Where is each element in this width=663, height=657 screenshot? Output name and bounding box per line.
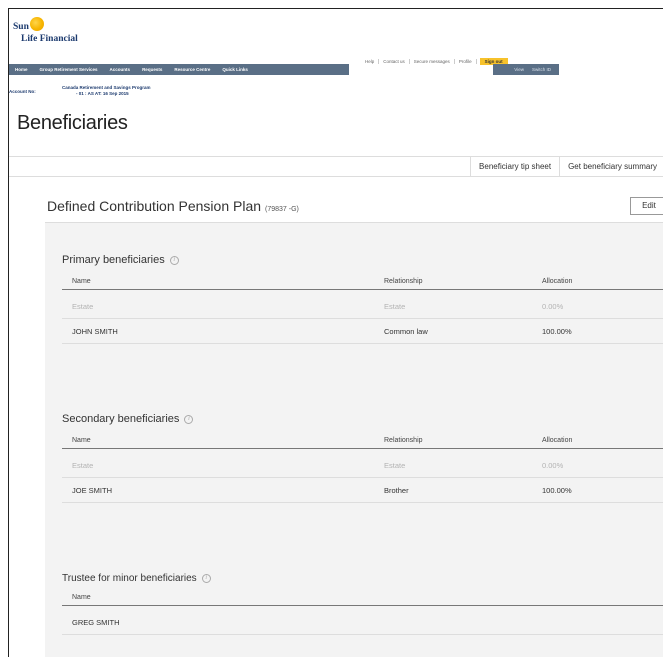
nav-accounts[interactable]: Accounts	[104, 67, 137, 72]
table-row: JOE SMITH Brother 100.00%	[62, 479, 663, 503]
secure-messages-link[interactable]: Secure messages	[410, 59, 455, 64]
browser-frame: Sun Life Financial Help Contact us Secur…	[8, 8, 663, 657]
table-header: Name Relationship Allocation	[62, 433, 663, 449]
plan-id: (79837 -G)	[265, 206, 299, 213]
beneficiary-allocation: 0.00%	[542, 302, 564, 311]
nav-resource-centre[interactable]: Resource Centre	[168, 67, 216, 72]
view-link[interactable]: View	[510, 67, 528, 72]
section-title: Primary beneficiaries i	[62, 254, 663, 266]
nav-quick-links[interactable]: Quick Links	[216, 67, 254, 72]
column-header-name: Name	[72, 437, 91, 444]
table-row: Estate Estate 0.00%	[62, 295, 663, 319]
primary-beneficiaries-section: Primary beneficiaries i Name Relationshi…	[62, 254, 663, 344]
divider	[9, 176, 663, 177]
logo-line-1: Sun	[13, 22, 29, 32]
beneficiary-name: Estate	[72, 461, 94, 470]
table-row: JOHN SMITH Common law 100.00%	[62, 320, 663, 344]
nav-group-retirement-services[interactable]: Group Retirement Services	[34, 67, 104, 72]
info-icon[interactable]: i	[201, 574, 211, 583]
tab-get-beneficiary-summary[interactable]: Get beneficiary summary	[559, 157, 663, 176]
tab-beneficiary-tip-sheet[interactable]: Beneficiary tip sheet	[470, 157, 559, 176]
beneficiary-relationship: Estate	[384, 461, 406, 470]
trustee-title: Trustee for minor beneficiaries	[62, 573, 197, 584]
section-title: Trustee for minor beneficiaries i	[62, 573, 663, 584]
utility-links: Help Contact us Secure messages Profile …	[361, 58, 508, 65]
logo-line-2: Life Financial	[21, 34, 78, 44]
column-header-allocation: Allocation	[542, 278, 573, 285]
trustee-section: Trustee for minor beneficiaries i Name G…	[62, 573, 663, 635]
column-header-relationship: Relationship	[384, 437, 423, 444]
secondary-beneficiaries-section: Secondary beneficiaries i Name Relations…	[62, 413, 663, 503]
trustee-name: GREG SMITH	[72, 618, 120, 627]
beneficiary-relationship: Common law	[384, 327, 428, 336]
action-tabs: Beneficiary tip sheet Get beneficiary su…	[470, 157, 663, 176]
table-row: Estate Estate 0.00%	[62, 454, 663, 478]
secondary-nav: View Switch ID	[493, 64, 559, 75]
sun-icon	[30, 17, 44, 31]
profile-link[interactable]: Profile	[455, 59, 477, 64]
table-header: Name Relationship Allocation	[62, 274, 663, 290]
account-label: Account No:	[9, 89, 36, 94]
program-as-at: - 01 : AS AT: 16 Sep 2015	[76, 91, 129, 96]
column-header-name: Name	[72, 594, 91, 601]
page-title: Beneficiaries	[17, 112, 128, 134]
info-icon[interactable]: i	[184, 414, 194, 424]
contact-us-link[interactable]: Contact us	[379, 59, 410, 64]
column-header-allocation: Allocation	[542, 437, 573, 444]
beneficiary-relationship: Brother	[384, 486, 409, 495]
edit-button[interactable]: Edit	[630, 197, 663, 215]
switch-id-link[interactable]: Switch ID	[528, 67, 555, 72]
plan-name: Defined Contribution Pension Plan	[47, 198, 262, 214]
beneficiary-relationship: Estate	[384, 302, 406, 311]
beneficiary-name: Estate	[72, 302, 94, 311]
main-nav: Home Group Retirement Services Accounts …	[9, 64, 349, 75]
column-header-name: Name	[72, 278, 91, 285]
info-icon[interactable]: i	[169, 255, 179, 265]
program-info: Canada Retirement and Savings Program - …	[62, 85, 151, 97]
section-title: Secondary beneficiaries i	[62, 413, 663, 425]
beneficiary-name: JOE SMITH	[72, 486, 113, 495]
secondary-beneficiaries-title: Secondary beneficiaries	[62, 413, 180, 425]
primary-beneficiaries-title: Primary beneficiaries	[62, 254, 165, 266]
beneficiary-allocation: 100.00%	[542, 327, 572, 336]
column-header-relationship: Relationship	[384, 278, 423, 285]
help-link[interactable]: Help	[361, 59, 380, 64]
beneficiary-allocation: 100.00%	[542, 486, 572, 495]
table-row: GREG SMITH	[62, 611, 663, 635]
nav-requests[interactable]: Requests	[136, 67, 168, 72]
plan-title: Defined Contribution Pension Plan (79837 …	[47, 198, 299, 214]
beneficiaries-panel: Primary beneficiaries i Name Relationshi…	[45, 222, 663, 657]
beneficiary-allocation: 0.00%	[542, 461, 564, 470]
sun-life-logo[interactable]: Sun Life Financial	[13, 17, 123, 45]
nav-home[interactable]: Home	[9, 67, 34, 72]
table-header: Name	[62, 590, 663, 606]
beneficiary-name: JOHN SMITH	[72, 327, 118, 336]
